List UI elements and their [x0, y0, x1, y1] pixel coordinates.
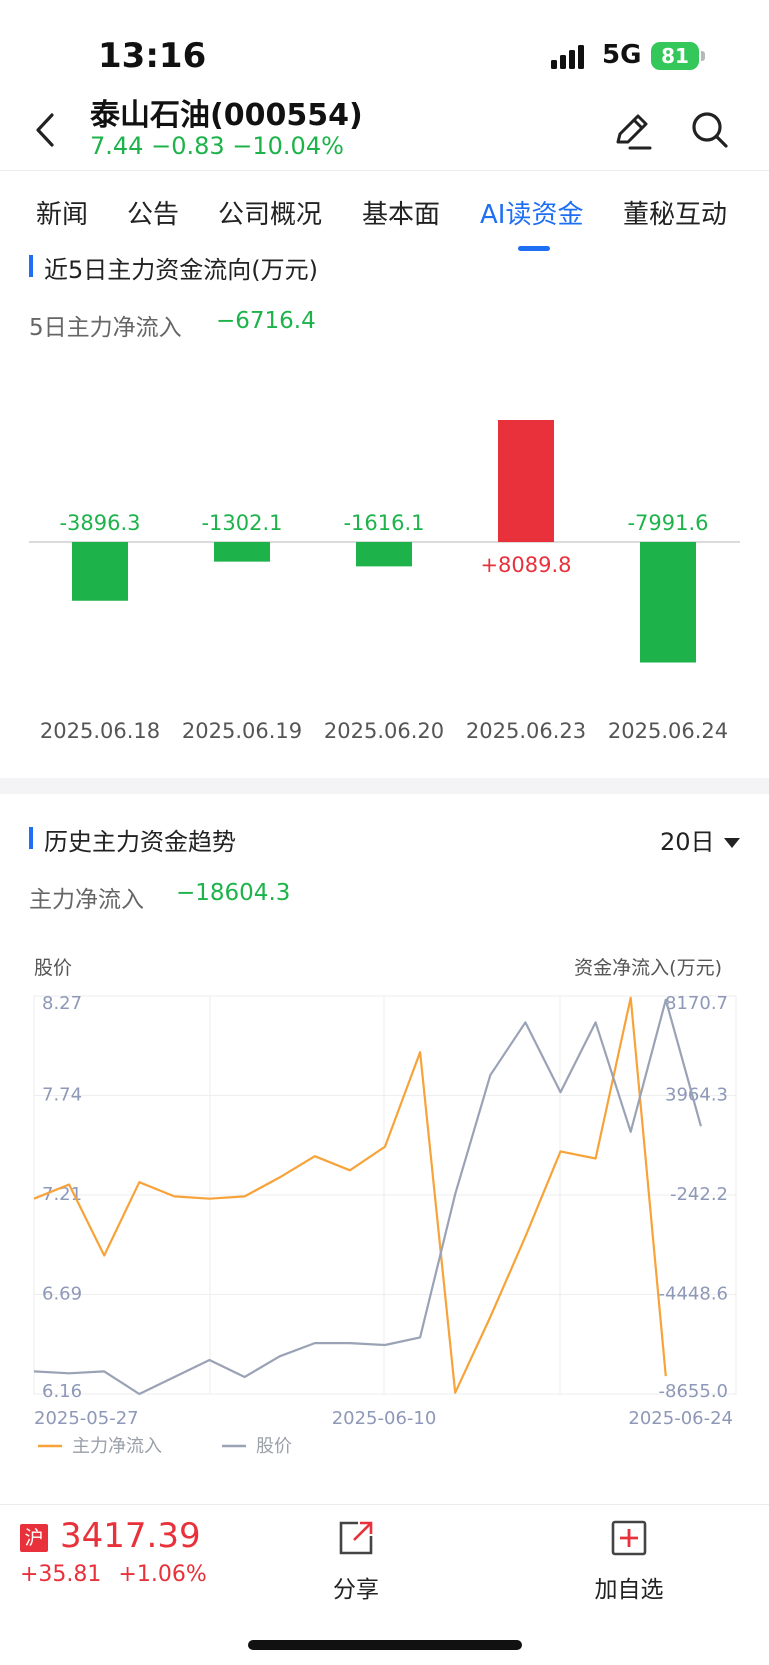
range-select-value: 20日 — [660, 828, 715, 856]
index-change: +35.81 +1.06% — [20, 1562, 207, 1587]
five-day-title: 近5日主力资金流向(万元) — [44, 256, 318, 284]
home-indicator — [248, 1640, 522, 1650]
history-title: 历史主力资金趋势 — [44, 828, 236, 856]
tab-secretary-qa[interactable]: 董秘互动 — [623, 194, 727, 231]
caret-down-icon — [724, 838, 741, 848]
left-axis-title: 股价 — [34, 957, 72, 979]
history-line-chart: 股价 资金净流入(万元)8.27 8170.77.74 3964.37.21 -242.… — [33, 957, 737, 1457]
add-watchlist-button[interactable]: 加自选 — [588, 1520, 670, 1604]
index-change-value: +35.81 — [20, 1562, 102, 1587]
x-tick-label: 2025-06-10 — [332, 1408, 437, 1429]
share-button[interactable]: 分享 — [320, 1520, 392, 1604]
share-label: 分享 — [333, 1577, 379, 1603]
tab-company-overview[interactable]: 公司概况 — [218, 194, 322, 231]
add-watchlist-label: 加自选 — [594, 1577, 664, 1603]
battery-indicator: 81 — [651, 42, 699, 70]
right-tick-label: -242.2 — [670, 1184, 728, 1205]
header-divider — [0, 170, 769, 171]
edit-icon[interactable] — [610, 108, 654, 152]
bar-value-label: -1302.1 — [201, 511, 282, 535]
bar — [640, 542, 696, 663]
bottom-divider — [0, 1504, 769, 1505]
tab-ai-capital[interactable]: AI读资金 — [480, 194, 583, 231]
five-day-bar-chart: -3896.3 2025.06.18 -1302.1 2025.06.19 -1616.… — [29, 420, 740, 743]
stock-change: −0.83 — [151, 132, 225, 160]
signal-icon — [551, 45, 584, 69]
bar-value-label: -7991.6 — [627, 511, 708, 535]
tab-announcements[interactable]: 公告 — [127, 194, 179, 231]
right-axis-title: 资金净流入(万元) — [574, 957, 722, 979]
bar-category-label: 2025.06.20 — [324, 719, 444, 743]
bar-category-label: 2025.06.19 — [182, 719, 302, 743]
legend-label: 主力净流入 — [72, 1436, 162, 1457]
bar-category-label: 2025.06.18 — [40, 719, 160, 743]
legend-label: 股价 — [256, 1436, 292, 1457]
battery-tip — [701, 51, 705, 61]
bar-value-label: +8089.8 — [480, 553, 571, 577]
left-tick-label: 6.69 — [42, 1284, 82, 1305]
stock-change-pct: −10.04% — [232, 132, 344, 160]
stock-quote: 7.44 −0.83 −10.04% — [90, 132, 344, 160]
right-tick-label: -8655.0 — [659, 1381, 728, 1402]
active-tab-indicator — [518, 246, 550, 251]
network-label: 5G — [602, 40, 642, 70]
index-value[interactable]: 3417.39 — [60, 1516, 201, 1556]
back-arrow-icon[interactable] — [34, 112, 56, 148]
right-tick-label: 8170.7 — [665, 993, 728, 1014]
section-divider — [0, 778, 769, 794]
index-change-pct: +1.06% — [118, 1562, 207, 1587]
history-net-label: 主力净流入 — [29, 887, 144, 913]
add-watchlist-icon — [611, 1520, 647, 1556]
bar — [72, 542, 128, 601]
bar — [214, 542, 270, 562]
search-icon[interactable] — [688, 108, 732, 152]
bar-value-label: -3896.3 — [59, 511, 140, 535]
tab-news[interactable]: 新闻 — [36, 194, 88, 231]
x-tick-label: 2025-05-27 — [34, 1408, 139, 1429]
tab-fundamentals[interactable]: 基本面 — [362, 194, 440, 231]
right-tick-label: -4448.6 — [659, 1284, 728, 1305]
five-day-net-value: −6716.4 — [216, 308, 316, 334]
left-tick-label: 8.27 — [42, 993, 82, 1014]
bar-category-label: 2025.06.23 — [466, 719, 586, 743]
range-select[interactable]: 20日 — [660, 822, 741, 857]
bar — [356, 542, 412, 567]
right-tick-label: 3964.3 — [665, 1085, 728, 1106]
left-tick-label: 7.74 — [42, 1085, 82, 1106]
x-tick-label: 2025-06-24 — [628, 1408, 733, 1429]
bar-category-label: 2025.06.24 — [608, 719, 728, 743]
stock-title: 泰山石油(000554) — [90, 98, 363, 133]
section-marker — [29, 827, 33, 849]
stock-price: 7.44 — [90, 132, 144, 160]
history-net-value: −18604.3 — [176, 880, 291, 906]
status-time: 13:16 — [98, 36, 207, 76]
share-icon — [339, 1521, 373, 1555]
bar — [498, 420, 554, 542]
series-line — [33, 998, 702, 1396]
bar-value-label: -1616.1 — [343, 511, 424, 535]
left-tick-label: 6.16 — [42, 1381, 82, 1402]
five-day-net-label: 5日主力净流入 — [29, 315, 182, 341]
section-marker — [29, 255, 33, 277]
index-badge: 沪 — [20, 1524, 48, 1552]
